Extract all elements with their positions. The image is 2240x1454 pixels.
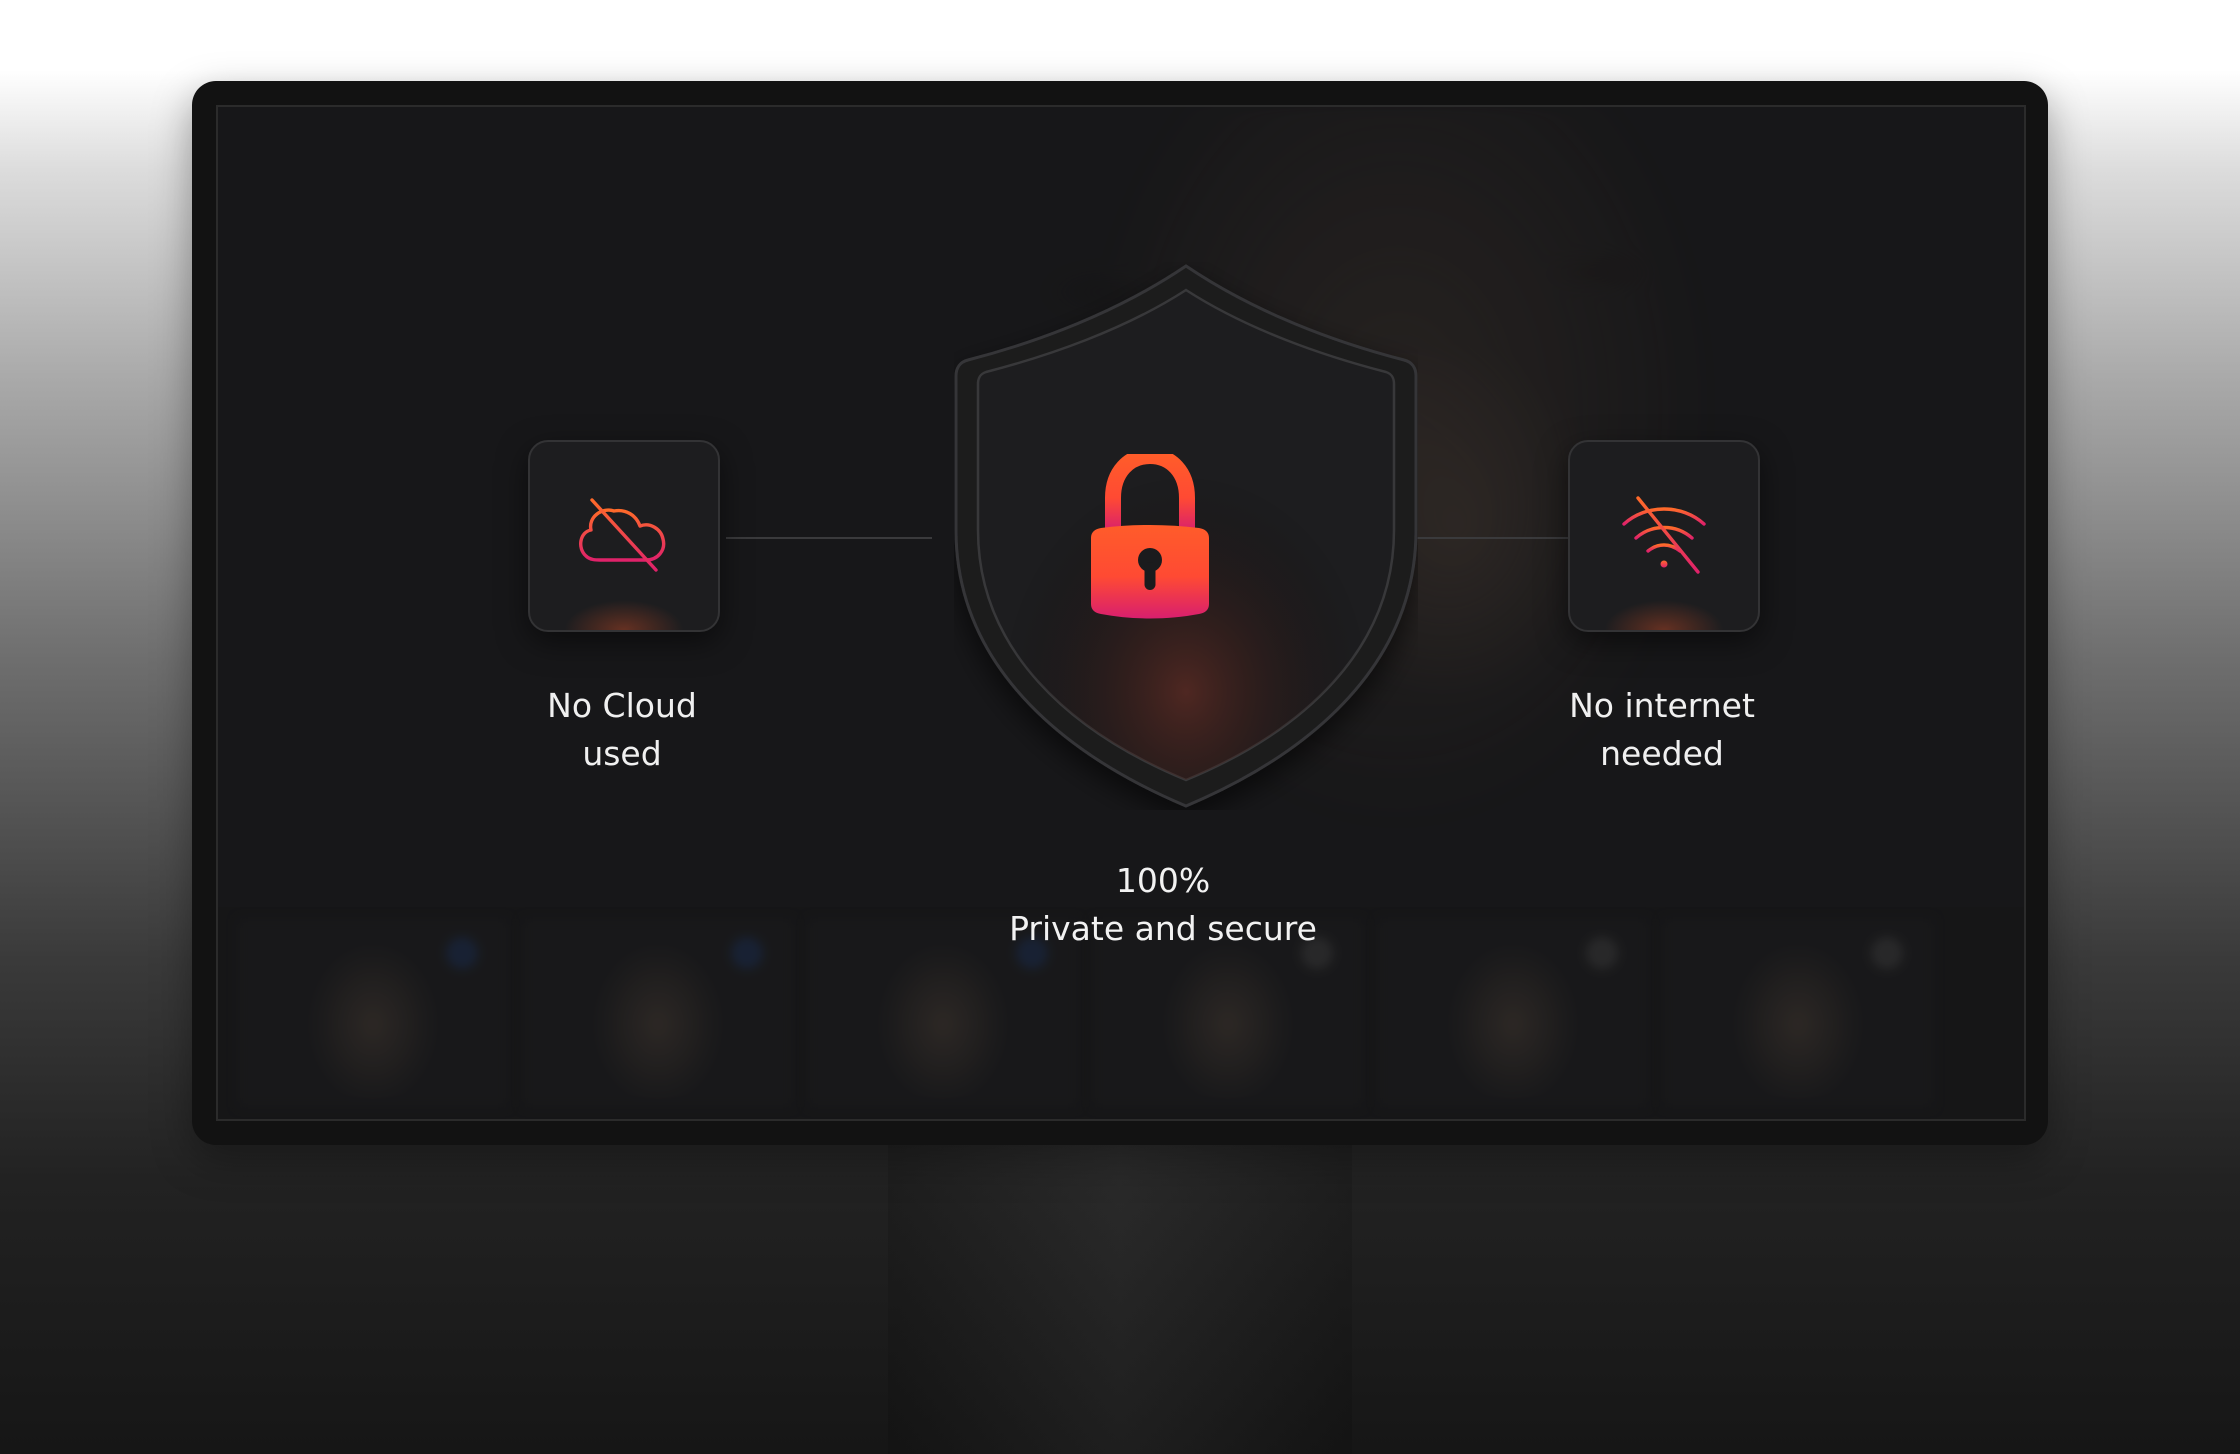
monitor-screen: No Cloud used No internet needed 100% Pr…: [216, 105, 2026, 1121]
no-cloud-tile: [528, 440, 720, 632]
no-internet-tile: [1568, 440, 1760, 632]
no-internet-label: No internet needed: [1569, 686, 1755, 773]
wifi-off-icon: [1622, 496, 1706, 574]
monitor-stand: [888, 1140, 1352, 1454]
connector-left: [726, 537, 932, 539]
security-percent: 100%: [1115, 861, 1211, 900]
cloud-off-icon: [579, 498, 666, 572]
monitor-frame: No Cloud used No internet needed 100% Pr…: [192, 81, 2048, 1145]
security-text: Private and secure: [1009, 909, 1317, 948]
security-caption: 100% Private and secure: [963, 857, 1363, 953]
lock-icon: [1091, 454, 1209, 619]
no-cloud-label: No Cloud used: [547, 686, 697, 773]
